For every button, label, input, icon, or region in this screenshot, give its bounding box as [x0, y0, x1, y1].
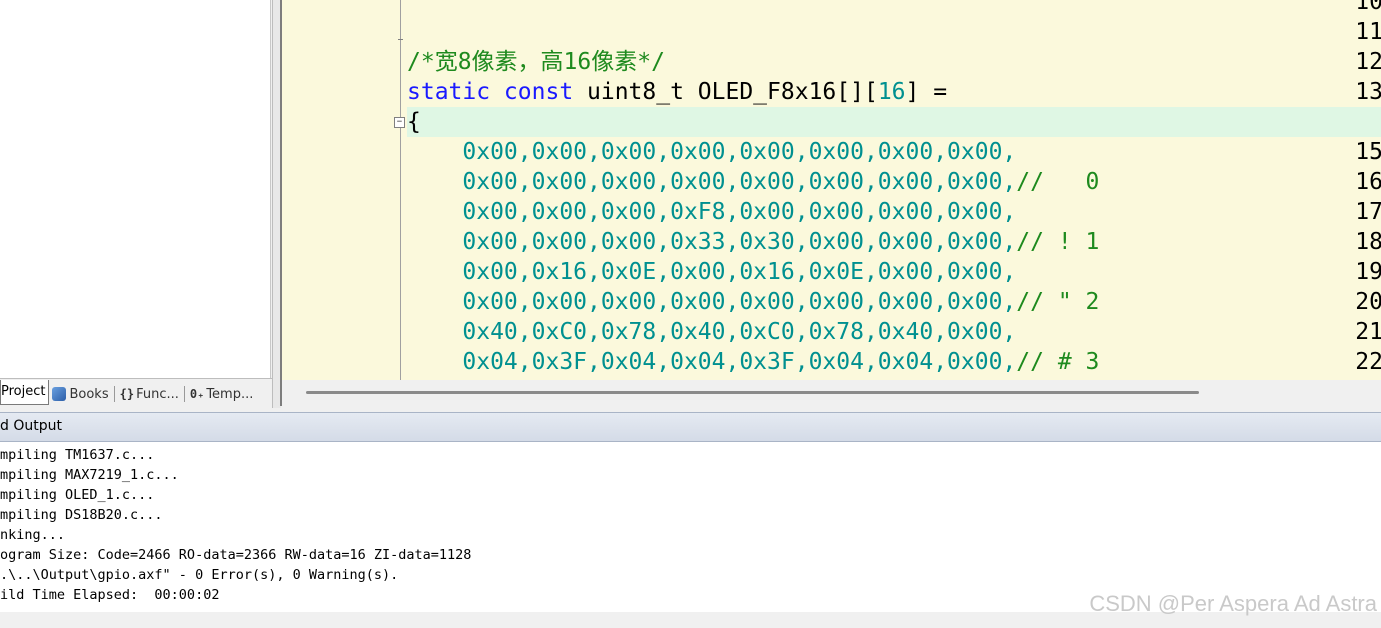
project-tabs: Project Books {} Func... 0₊ Temp...: [0, 378, 272, 409]
build-output-line: ild Time Elapsed: 00:00:02: [0, 587, 220, 603]
code-token: static const: [407, 79, 574, 105]
code-token: 0x00,0x00,0x00,0x33,0x30,0x00,0x00,0x00,: [407, 229, 1017, 255]
build-output-line: mpiling DS18B20.c...: [0, 507, 163, 523]
build-output-line: mpiling OLED_1.c...: [0, 487, 155, 503]
code-token: // # 3: [1016, 349, 1100, 375]
scrollbar-thumb[interactable]: [306, 391, 1199, 394]
code-token: // " 2: [1016, 289, 1100, 315]
gutter-divider: [400, 0, 401, 380]
code-line[interactable]: 0x40,0xC0,0x78,0x40,0xC0,0x78,0x40,0x00,: [407, 317, 1381, 347]
code-line[interactable]: static const uint8_t OLED_F8x16[][16] =: [407, 77, 1381, 107]
code-token: // ! 1: [1016, 229, 1100, 255]
template-icon: 0₊: [189, 387, 205, 401]
code-token: 0x00,0x16,0x0E,0x00,0x16,0x0E,0x00,0x00,: [407, 259, 1017, 285]
code-token: uint8_t OLED_F8x16[][: [573, 79, 878, 105]
code-line[interactable]: {: [407, 107, 1381, 137]
code-token: 0x04,0x3F,0x04,0x04,0x3F,0x04,0x04,0x00,: [407, 349, 1017, 375]
code-line[interactable]: 0x00,0x00,0x00,0x00,0x00,0x00,0x00,0x00,…: [407, 287, 1381, 317]
code-token: {: [407, 109, 421, 135]
code-line[interactable]: 0x00,0x00,0x00,0x00,0x00,0x00,0x00,0x00,…: [407, 167, 1381, 197]
project-pane: [0, 0, 271, 378]
code-token: 0x00,0x00,0x00,0xF8,0x00,0x00,0x00,0x00,: [407, 199, 1017, 225]
code-token: ] =: [905, 79, 948, 105]
code-line[interactable]: [407, 17, 1381, 47]
code-token: 0x00,0x00,0x00,0x00,0x00,0x00,0x00,0x00,: [407, 139, 1017, 165]
tab-separator: [113, 386, 115, 402]
build-output-title: d Output: [0, 418, 62, 434]
code-token: 0x40,0xC0,0x78,0x40,0xC0,0x78,0x40,0x00,: [407, 319, 1017, 345]
code-token: 0x00,0x00,0x00,0x00,0x00,0x00,0x00,0x00,: [407, 169, 1017, 195]
code-line[interactable]: /*宽8像素，高16像素*/: [407, 47, 1381, 77]
code-line[interactable]: 0x00,0x00,0x00,0x33,0x30,0x00,0x00,0x00,…: [407, 227, 1381, 257]
build-output-panel[interactable]: mpiling TM1637.c... mpiling MAX7219_1.c..…: [0, 442, 1381, 612]
tab-functions[interactable]: {} Func...: [117, 383, 182, 405]
code-token: 16: [877, 79, 906, 105]
fold-end-marker: [398, 39, 403, 40]
code-token: 0x00,0x00,0x00,0x00,0x00,0x00,0x00,0x00,: [407, 289, 1017, 315]
editor-horizontal-scrollbar[interactable]: [280, 380, 1381, 406]
tab-templates[interactable]: 0₊ Temp...: [187, 383, 257, 405]
code-line[interactable]: 0x04,0x3F,0x04,0x04,0x3F,0x04,0x04,0x00,…: [407, 347, 1381, 377]
code-line[interactable]: [407, 0, 1381, 17]
braces-icon: {}: [119, 387, 135, 401]
code-line[interactable]: 0x00,0x00,0x00,0xF8,0x00,0x00,0x00,0x00,: [407, 197, 1381, 227]
fold-collapse-icon[interactable]: −: [394, 117, 405, 128]
tab-project[interactable]: Project: [0, 379, 50, 405]
build-output-line: ogram Size: Code=2466 RO-data=2366 RW-da…: [0, 547, 472, 563]
build-output-line: nking...: [0, 527, 66, 543]
books-icon: [52, 387, 67, 401]
line-number-gutter: [282, 0, 398, 380]
build-output-header: d Output: [0, 412, 1381, 442]
code-line[interactable]: 0x00,0x00,0x00,0x00,0x00,0x00,0x00,0x00,: [407, 137, 1381, 167]
build-output-line: mpiling MAX7219_1.c...: [0, 467, 179, 483]
code-token: // 0: [1016, 169, 1100, 195]
code-token: /*宽8像素，高16像素*/: [407, 49, 665, 75]
tab-books[interactable]: Books: [49, 383, 111, 405]
code-line[interactable]: 0x00,0x16,0x0E,0x00,0x16,0x0E,0x00,0x00,: [407, 257, 1381, 287]
tab-separator: [183, 386, 185, 402]
build-output-line: .\..\Output\gpio.axf" - 0 Error(s), 0 Wa…: [0, 567, 399, 583]
code-editor[interactable]: 10 11 12/*宽8像素，高16像素*/13 static const uint8…: [280, 0, 1381, 380]
build-output-line: mpiling TM1637.c...: [0, 447, 155, 463]
watermark: CSDN @Per Aspera Ad Astra: [1089, 591, 1377, 616]
